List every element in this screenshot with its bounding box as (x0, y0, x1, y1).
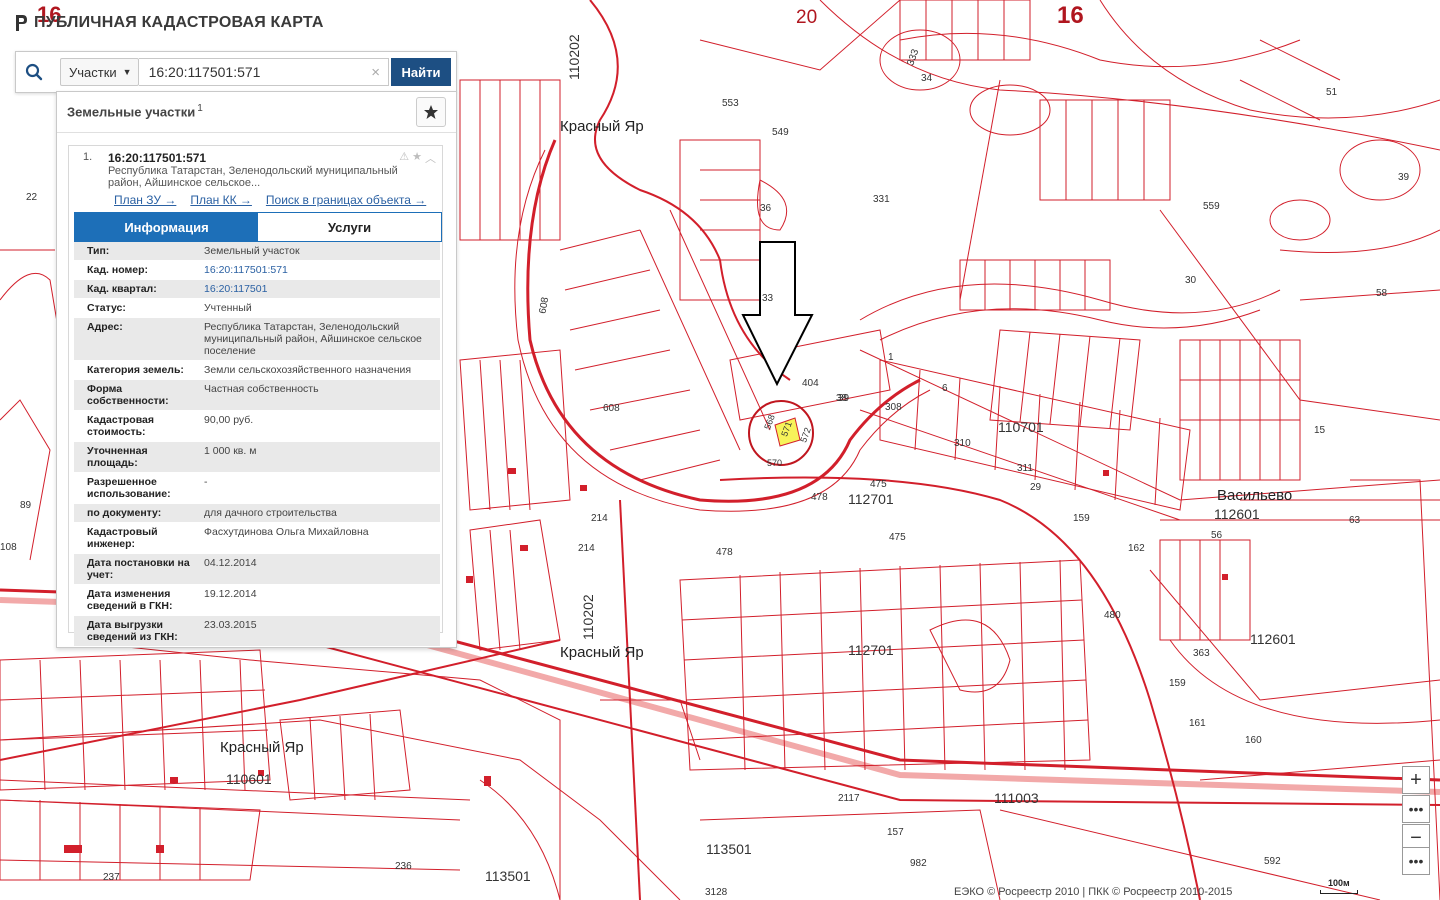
star-icon (424, 105, 438, 119)
attribute-value: Земельный участок (204, 245, 300, 257)
attribute-value: Республика Татарстан, Зеленодольский мун… (204, 321, 422, 357)
results-count: 1 (197, 103, 203, 114)
attribute-value-link[interactable]: 16:20:117501 (194, 280, 440, 298)
clear-icon[interactable]: × (371, 64, 380, 81)
attribute-row: Уточненная площадь: 1 000 кв. м (74, 442, 440, 473)
attribute-row: Кад. номер: 16:20:117501:571 (74, 261, 440, 280)
attribute-key: по документу: (87, 507, 162, 519)
attribute-row: Категория земель: Земли сельскохозяйствен… (74, 361, 440, 380)
attribute-key: Кадастровая стоимость: (87, 414, 154, 438)
attribute-key: Статус: (87, 302, 126, 314)
warning-icon[interactable]: ⚠ (399, 150, 409, 166)
attribute-key: Тип: (87, 245, 110, 257)
attribute-key: Уточненная площадь: (87, 445, 148, 469)
zoom-controls: + ••• − (1402, 766, 1430, 852)
attribute-value: 23.03.2015 (204, 619, 257, 631)
attribute-value-link[interactable]: 16:20:117501:571 (194, 261, 440, 279)
attribute-row: Дата выгрузки сведений из ГКН: 23.03.2015 (74, 616, 440, 647)
favorite-button[interactable] (416, 97, 446, 127)
attribute-row: Кадастровая стоимость: 90,00 руб. (74, 411, 440, 442)
attribute-key: Адрес: (87, 321, 123, 333)
results-panel: Земельные участки 1 1. 16:20:117501:571 ⚠… (56, 91, 457, 648)
search-input-value: 16:20:117501:571 (148, 64, 261, 80)
result-index: 1. (83, 151, 93, 163)
more-button[interactable]: ••• (1402, 795, 1430, 823)
attribute-row: Статус: Учтенный (74, 299, 440, 318)
attribute-value: Фасхутдинова Ольга Михайловна (204, 526, 369, 538)
plan-kk-link[interactable]: План КК → (190, 193, 252, 207)
result-card[interactable]: 1. 16:20:117501:571 ⚠ ★ ︿ Республика Тат… (68, 145, 443, 647)
search-category-label: Участки (69, 64, 117, 80)
app-header: ПУБЛИЧНАЯ КАДАСТРОВАЯ КАРТА (14, 14, 324, 32)
result-tools: ⚠ ★ ︿ (399, 150, 436, 166)
map-menu-button[interactable]: ••• (1402, 847, 1430, 875)
attribute-key: Дата выгрузки сведений из ГКН: (87, 619, 178, 643)
search-bar: Участки ▼ 16:20:117501:571 × Найти (15, 51, 457, 93)
scale-line (1320, 890, 1358, 894)
attribute-key: Разрешенное использование: (87, 476, 171, 500)
search-in-bounds-link[interactable]: Поиск в границах объекта → (266, 193, 426, 207)
tab-information[interactable]: Информация (75, 213, 258, 241)
target-parcel[interactable] (774, 417, 801, 447)
attribute-row: Адрес: Республика Татарстан, Зеленодольск… (74, 318, 440, 361)
attribute-value: для дачного строительства (204, 507, 337, 519)
attribute-value: Частная собственность (204, 383, 319, 395)
attribute-row: Форма собственности: Частная собственност… (74, 380, 440, 411)
attributes-table: Тип: Земельный участок Кад. номер: 16:20:1… (74, 242, 440, 647)
attribute-key: Дата постановки на учет: (87, 557, 190, 581)
attribute-value: Учтенный (204, 302, 252, 314)
attribute-key: Кад. квартал: (87, 283, 157, 295)
chevron-down-icon: ▼ (122, 67, 132, 77)
attribute-key: Кадастровый инженер: (87, 526, 158, 550)
result-links: План ЗУ → План КК → Поиск в границах объ… (114, 193, 426, 207)
results-panel-header: Земельные участки 1 (57, 92, 456, 133)
search-input[interactable]: 16:20:117501:571 × (138, 58, 389, 86)
attribute-value: Земли сельскохозяйственного назначения (204, 364, 412, 376)
copyright-text: ЕЭКО © Росреестр 2010 | ПКК © Росреестр … (954, 886, 1233, 898)
result-cadastral-number[interactable]: 16:20:117501:571 (108, 151, 206, 165)
attribute-row: по документу: для дачного строительства (74, 504, 440, 523)
tab-services[interactable]: Услуги (258, 213, 441, 241)
plan-zu-link[interactable]: План ЗУ → (114, 193, 176, 207)
zoom-in-button[interactable]: + (1402, 766, 1430, 794)
scale-label: 100м (1328, 878, 1350, 888)
attribute-key: Форма собственности: (87, 383, 169, 407)
attribute-value: 1 000 кв. м (204, 445, 257, 457)
results-title: Земельные участки 1 (67, 103, 203, 120)
attribute-value: 19.12.2014 (204, 588, 257, 600)
attribute-row: Кад. квартал: 16:20:117501 (74, 280, 440, 299)
attribute-row: Дата постановки на учет: 04.12.2014 (74, 554, 440, 585)
app-title: ПУБЛИЧНАЯ КАДАСТРОВАЯ КАРТА (34, 14, 324, 31)
search-category-dropdown[interactable]: Участки ▼ (60, 58, 139, 86)
attribute-row: Разрешенное использование: - (74, 473, 440, 504)
attribute-key: Дата изменения сведений в ГКН: (87, 588, 173, 612)
attribute-row: Тип: Земельный участок (74, 242, 440, 261)
chevron-up-icon[interactable]: ︿ (425, 150, 436, 166)
star-icon[interactable]: ★ (412, 150, 422, 166)
find-button[interactable]: Найти (391, 58, 451, 86)
result-address: Республика Татарстан, Зеленодольский мун… (108, 165, 398, 189)
search-icon[interactable] (16, 63, 52, 81)
attribute-value: - (204, 476, 208, 488)
attribute-row: Кадастровый инженер: Фасхутдинова Ольга М… (74, 523, 440, 554)
attribute-row: Дата изменения сведений в ГКН: 19.12.2014 (74, 585, 440, 616)
attribute-key: Кад. номер: (87, 264, 149, 276)
attribute-value: 04.12.2014 (204, 557, 257, 569)
down-arrow-icon (741, 241, 814, 387)
attribute-value: 90,00 руб. (204, 414, 254, 426)
rosreestr-logo-icon (16, 15, 27, 31)
attribute-key: Категория земель: (87, 364, 184, 376)
result-tabs: Информация Услуги (74, 212, 442, 242)
